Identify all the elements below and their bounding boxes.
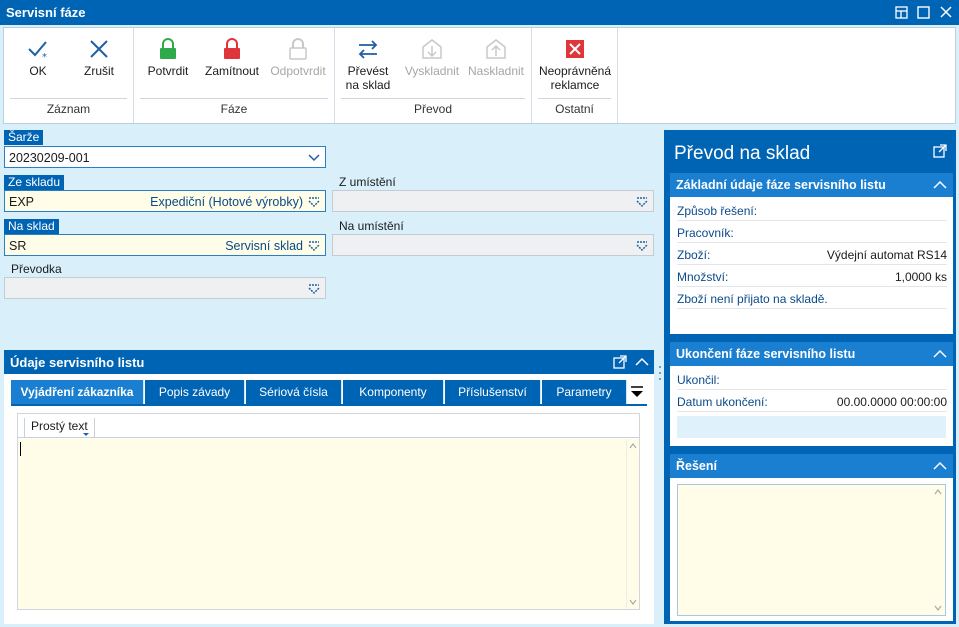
info-row: Způsob řešení:	[677, 201, 947, 221]
prevest-na-sklad-button[interactable]: Převést na sklad	[339, 34, 397, 98]
ribbon-group-prevod: Převést na sklad Vyskladnit Naskladnit P…	[335, 28, 532, 123]
tab-vyjadreni-zakaznika[interactable]: Vyjádření zákazníka	[11, 380, 144, 405]
picker-icon[interactable]	[635, 195, 649, 212]
picker-icon[interactable]	[307, 282, 321, 299]
zrusit-button[interactable]: Zrušit	[70, 34, 128, 98]
transfer-arrows-icon	[339, 34, 397, 64]
group-label: Záznam	[46, 102, 91, 116]
ze-skladu-name: Expediční (Hotové výrobky)	[150, 195, 303, 209]
udaje-panel-header: Údaje servisního listu	[4, 350, 654, 374]
odpotvrdit-button[interactable]: Odpotvrdit	[266, 34, 330, 98]
na-sklad-name: Servisní sklad	[225, 239, 303, 253]
udaje-title: Údaje servisního listu	[10, 355, 145, 370]
ze-skladu-label: Ze skladu	[4, 175, 65, 190]
panel-splitter[interactable]	[656, 130, 664, 624]
na-sklad-field[interactable]: SR Servisní sklad	[4, 234, 326, 256]
ze-skladu-code: EXP	[9, 195, 35, 209]
tab-seriova-cisla[interactable]: Sériová čísla	[246, 380, 342, 405]
info-note: Zboží není přijato na skladě.	[677, 289, 947, 309]
empty-field	[677, 416, 946, 438]
editor-text-area[interactable]	[18, 439, 626, 609]
lock-red-icon	[200, 34, 264, 64]
picker-icon[interactable]	[635, 239, 649, 256]
zamitnout-button[interactable]: Zamítnout	[200, 34, 264, 98]
section-zakladni-udaje: Základní údaje fáze servisního listu Způ…	[670, 173, 953, 334]
title-bar: Servisní fáze	[0, 0, 959, 25]
info-row: Zboží: Výdejní automat RS14	[677, 245, 947, 265]
warehouse-out-icon	[401, 34, 463, 64]
info-row: Množství: 1,0000 ks	[677, 267, 947, 287]
editor-scrollbar[interactable]	[626, 439, 639, 609]
info-row: Datum ukončení: 00.00.0000 00:00:00	[677, 392, 947, 412]
tab-komponenty[interactable]: Komponenty	[343, 380, 444, 405]
group-label: Ostatní	[555, 102, 594, 116]
section-header: Základní údaje fáze servisního listu	[670, 173, 953, 197]
editor-toolbar: Prostý text	[18, 414, 639, 438]
close-icon[interactable]	[937, 3, 955, 21]
sarze-value: 20230209-001	[9, 151, 90, 165]
picker-icon[interactable]	[307, 195, 321, 212]
ribbon-group-ostatni: Neoprávněná reklamce Ostatní	[532, 28, 618, 123]
udaje-tabs: Vyjádření zákazníka Popis závady Sériová…	[11, 380, 647, 405]
prevodka-field[interactable]	[4, 277, 326, 299]
chevron-up-icon[interactable]	[931, 176, 949, 194]
side-panel-title: Převod na sklad	[674, 143, 811, 164]
maximize-icon[interactable]	[915, 3, 933, 21]
popout-icon[interactable]	[931, 142, 949, 163]
svg-text:*: *	[42, 52, 47, 62]
na-sklad-code: SR	[9, 239, 27, 253]
picker-icon[interactable]	[307, 239, 321, 256]
chevron-down-icon[interactable]	[307, 151, 321, 168]
section-reseni: Řešení	[670, 454, 953, 621]
tab-popis-zavady[interactable]: Popis závady	[145, 380, 245, 405]
naskladnit-button[interactable]: Naskladnit	[465, 34, 527, 98]
chevron-up-icon[interactable]	[931, 457, 949, 475]
lock-green-icon	[140, 34, 196, 64]
tabs-overflow-icon[interactable]	[628, 384, 646, 402]
warehouse-in-icon	[465, 34, 527, 64]
section-header: Ukončení fáze servisního listu	[670, 342, 953, 366]
section-header: Řešení	[670, 454, 953, 478]
ze-skladu-field[interactable]: EXP Expediční (Hotové výrobky)	[4, 190, 326, 212]
group-label: Převod	[413, 102, 453, 116]
section-ukonceni: Ukončení fáze servisního listu Ukončil: …	[670, 342, 953, 446]
check-star-icon: *	[10, 34, 66, 64]
info-row: Ukončil:	[677, 370, 947, 390]
sarze-field[interactable]: 20230209-001	[4, 146, 326, 168]
na-sklad-label: Na sklad	[4, 219, 59, 234]
ribbon-group-faze: Potvrdit Zamítnout Odpotvrdit Fáze	[134, 28, 335, 123]
ok-button[interactable]: * OK	[10, 34, 66, 98]
sarze-label: Šarže	[4, 130, 44, 145]
vyskladnit-button[interactable]: Vyskladnit	[401, 34, 463, 98]
red-x-box-icon	[536, 34, 614, 64]
tab-parametry[interactable]: Parametry	[542, 380, 627, 405]
z-umisteni-label: Z umístění	[339, 175, 396, 189]
editor-mode-button[interactable]: Prostý text	[24, 418, 95, 438]
chevron-up-icon[interactable]	[633, 353, 651, 374]
text-editor: Prostý text	[17, 413, 640, 610]
prevodka-label: Převodka	[11, 262, 62, 276]
tab-prislusenstvi[interactable]: Příslušenství	[445, 380, 541, 405]
ribbon-group-zaznam: * OK Zrušit Záznam	[4, 28, 134, 123]
na-umisteni-field[interactable]	[332, 234, 654, 256]
group-label: Fáze	[220, 102, 248, 116]
chevron-up-icon[interactable]	[931, 345, 949, 363]
ribbon: * OK Zrušit Záznam Potvrdit Zamítnout Od…	[3, 27, 956, 124]
potvrdit-button[interactable]: Potvrdit	[140, 34, 196, 98]
lock-open-icon	[266, 34, 330, 64]
popout-icon[interactable]	[611, 353, 629, 374]
na-umisteni-label: Na umístění	[339, 219, 404, 233]
neopravnena-reklamace-button[interactable]: Neoprávněná reklamce	[536, 34, 614, 98]
x-icon	[70, 34, 128, 64]
restore-icon[interactable]	[893, 3, 911, 21]
reseni-textarea[interactable]	[677, 484, 946, 616]
z-umisteni-field[interactable]	[332, 190, 654, 212]
info-row: Pracovník:	[677, 223, 947, 243]
window-title: Servisní fáze	[6, 5, 86, 20]
